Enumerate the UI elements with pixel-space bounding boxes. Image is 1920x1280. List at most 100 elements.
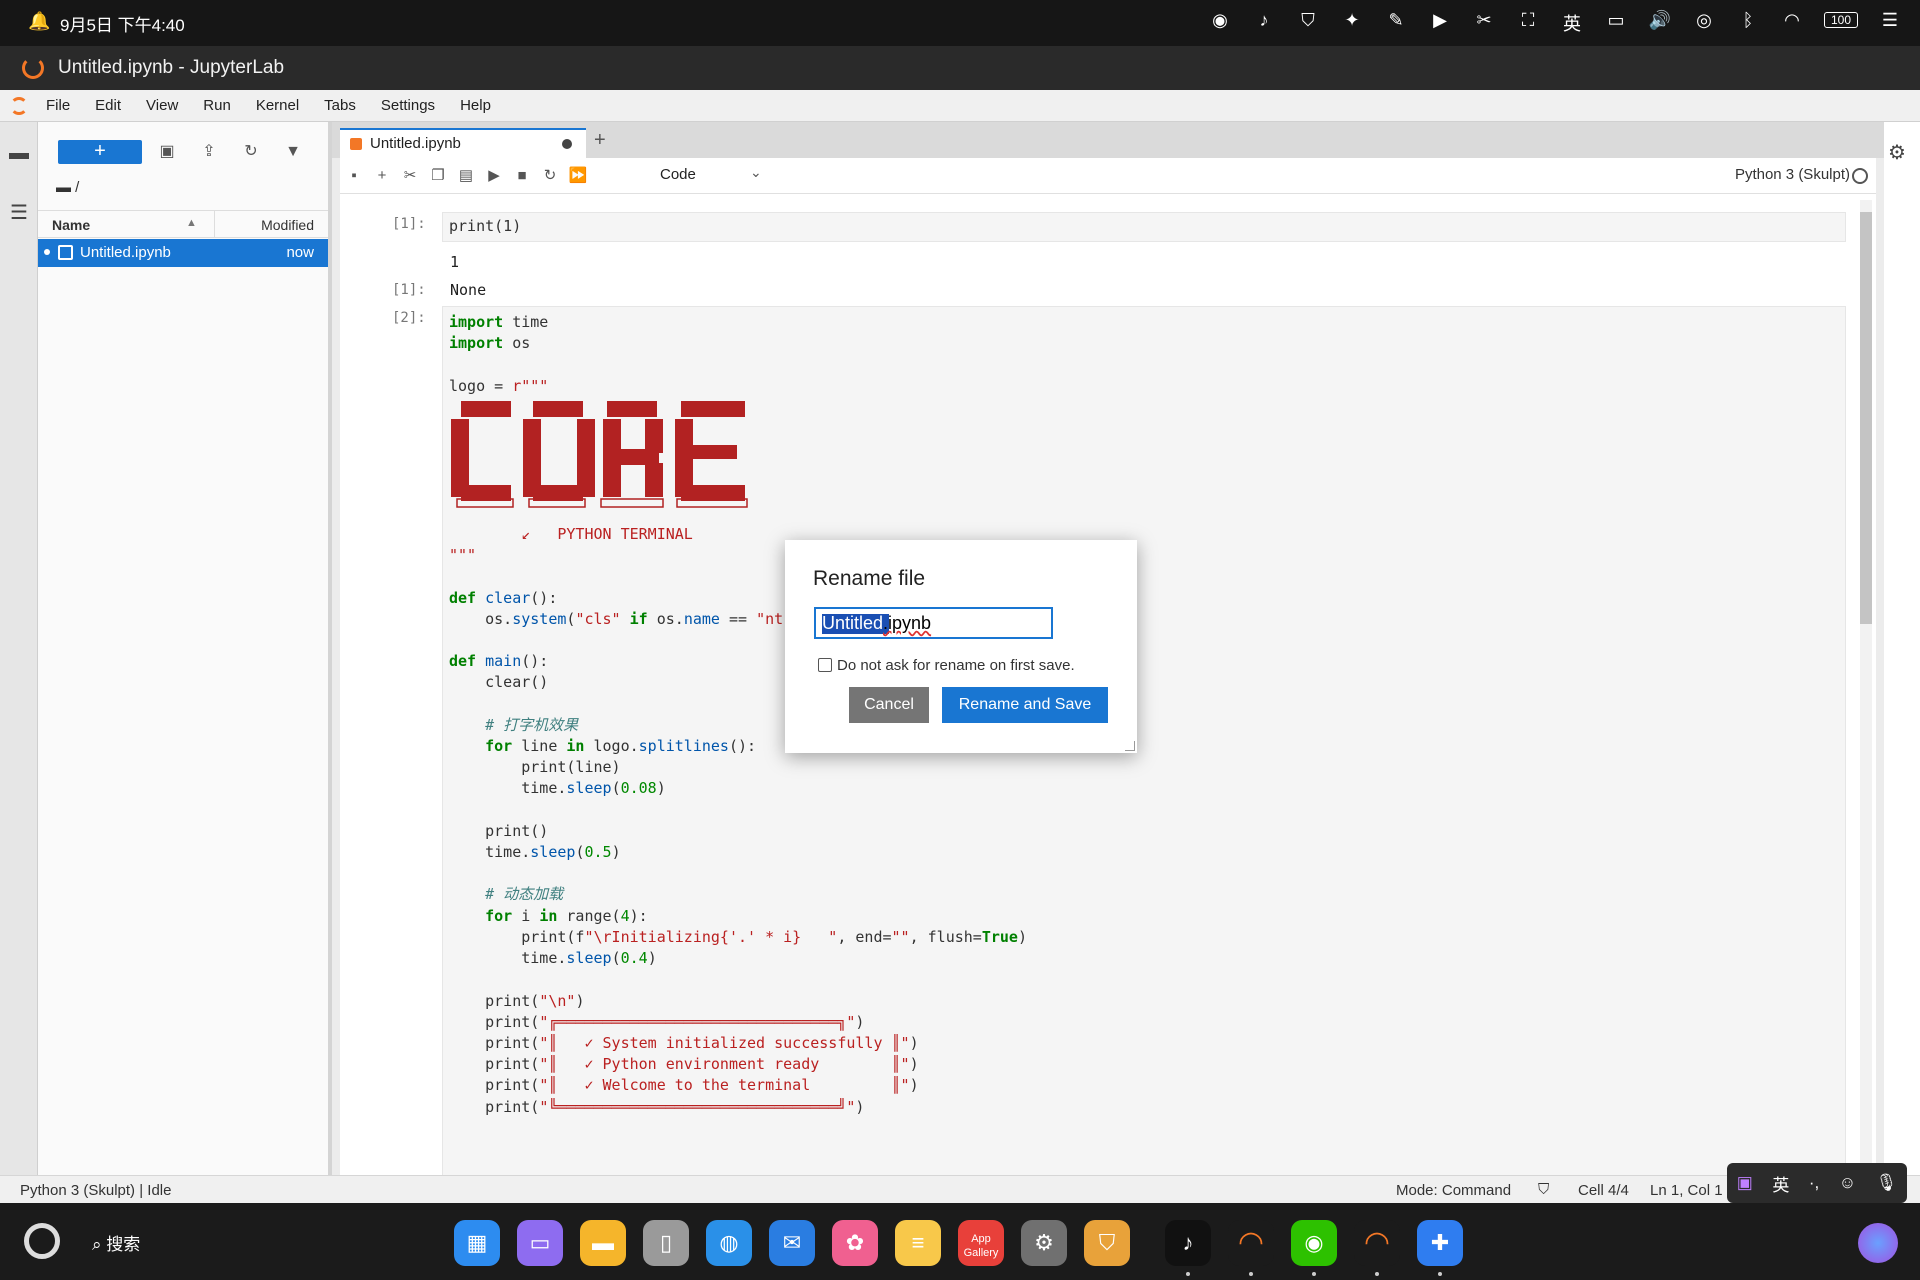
chevron-down-icon[interactable]: ⌄ xyxy=(750,164,762,181)
new-folder-icon[interactable]: ▣ xyxy=(154,139,180,165)
kernel-name[interactable]: Python 3 (Skulpt) xyxy=(1735,166,1850,183)
unsaved-dot-icon[interactable] xyxy=(562,139,572,149)
security-app-icon[interactable]: ⛉ xyxy=(1084,1220,1130,1266)
breadcrumb-root[interactable]: / xyxy=(75,179,79,196)
wifi-icon[interactable]: ◠ xyxy=(1780,10,1804,36)
menu-tabs[interactable]: Tabs xyxy=(324,97,356,114)
mail-app-icon[interactable]: ✉ xyxy=(769,1220,815,1266)
appgallery-app-icon[interactable]: App Gallery xyxy=(958,1220,1004,1266)
menu-bar: File Edit View Run Kernel Tabs Settings … xyxy=(0,90,1920,122)
trash-app-icon[interactable]: ▯ xyxy=(643,1220,689,1266)
file-list-item[interactable]: Untitled.ipynb now xyxy=(38,239,328,267)
note-icon[interactable]: ✎ xyxy=(1384,10,1408,36)
menu-view[interactable]: View xyxy=(146,97,178,114)
extensions-app-icon[interactable]: ✚ xyxy=(1417,1220,1463,1266)
nfc-icon[interactable]: ◎ xyxy=(1692,10,1716,36)
folder-icon[interactable]: ▬ xyxy=(6,142,32,168)
insert-cell-icon[interactable]: + xyxy=(370,164,394,188)
cell-stdout: 1 xyxy=(450,253,460,271)
code-cell-2[interactable]: import time import os logo = r""" ↙ PYTH… xyxy=(442,306,1846,1175)
rename-input-value[interactable]: Untitled.ipynb xyxy=(822,613,931,634)
modified-column-header[interactable]: Modified xyxy=(261,217,314,233)
bluetooth-icon[interactable]: ᛒ xyxy=(1736,10,1760,36)
rename-and-save-button[interactable]: Rename and Save xyxy=(942,687,1108,723)
property-inspector-gear-icon[interactable]: ⚙ xyxy=(1888,140,1906,165)
stop-icon[interactable]: ■ xyxy=(510,164,534,188)
menu-help[interactable]: Help xyxy=(460,97,491,114)
screenshot-icon[interactable]: ✂ xyxy=(1472,10,1496,36)
running-dot xyxy=(1186,1272,1190,1276)
notes-app-icon[interactable]: ≡ xyxy=(895,1220,941,1266)
folder-app-icon[interactable]: ▬ xyxy=(580,1220,626,1266)
files-app-icon[interactable]: ▭ xyxy=(517,1220,563,1266)
trusted-shield-icon[interactable]: ⛉ xyxy=(1538,1181,1549,1198)
filter-icon[interactable]: ▼ xyxy=(280,139,306,165)
save-icon[interactable]: ▪ xyxy=(342,164,366,188)
screen-record-icon[interactable]: ⛶ xyxy=(1516,10,1540,36)
file-browser-panel: + ▣ ⇪ ↻ ▼ ▬ / Name ▲ Modified Untitled.i… xyxy=(38,122,332,1175)
menu-settings[interactable]: Settings xyxy=(381,97,435,114)
add-tab-icon[interactable]: + xyxy=(594,129,606,152)
ime-punctuation-icon[interactable]: ·, xyxy=(1809,1173,1819,1193)
ime-emoji-icon[interactable]: ☺ xyxy=(1839,1173,1856,1193)
ime-language-toggle[interactable]: 英 xyxy=(1772,1171,1789,1196)
ascii-logo-art xyxy=(451,401,748,508)
assistant-orb-icon[interactable] xyxy=(1858,1223,1898,1263)
cancel-button[interactable]: Cancel xyxy=(849,687,929,723)
tiktok-app-icon[interactable]: ♪ xyxy=(1165,1220,1211,1266)
resize-grip-icon[interactable] xyxy=(1125,741,1135,751)
vertical-scrollbar[interactable] xyxy=(1860,200,1872,1170)
do-not-ask-checkbox[interactable] xyxy=(818,658,832,672)
cursor-position[interactable]: Ln 1, Col 1 xyxy=(1650,1182,1723,1199)
volume-icon[interactable]: 🔊 xyxy=(1648,10,1672,36)
tiktok-icon[interactable]: ♪ xyxy=(1252,10,1276,36)
menu-file[interactable]: File xyxy=(46,97,70,114)
tab-untitled-notebook[interactable]: Untitled.ipynb xyxy=(340,128,586,158)
copy-icon[interactable]: ❐ xyxy=(426,164,450,188)
shield-app-icon[interactable]: ⛉ xyxy=(1296,10,1320,36)
home-button-icon[interactable] xyxy=(24,1223,60,1259)
cell-result: None xyxy=(450,281,487,299)
dock-search[interactable]: ⌕ 搜索 xyxy=(92,1230,140,1255)
wechat-icon[interactable]: ◉ xyxy=(1208,10,1232,36)
app-grid-icon[interactable]: ▦ xyxy=(454,1220,500,1266)
camera-icon[interactable]: ▶ xyxy=(1428,10,1452,36)
assistant-icon[interactable]: ✦ xyxy=(1340,10,1364,36)
wechat-app-icon[interactable]: ◉ xyxy=(1291,1220,1337,1266)
jupyter-app-icon[interactable]: ◠ xyxy=(1228,1220,1274,1266)
new-launcher-button[interactable]: + xyxy=(58,140,142,164)
name-column-header[interactable]: Name xyxy=(52,217,90,233)
photos-app-icon[interactable]: ✿ xyxy=(832,1220,878,1266)
cell-type-select[interactable]: Code xyxy=(660,166,696,183)
refresh-icon[interactable]: ↻ xyxy=(238,139,264,165)
ime-mic-icon[interactable]: 🎙 xyxy=(1876,1173,1898,1193)
menu-edit[interactable]: Edit xyxy=(95,97,121,114)
cut-icon[interactable]: ✂ xyxy=(398,164,422,188)
extension-text: .ipynb xyxy=(883,613,932,633)
restart-icon[interactable]: ↻ xyxy=(538,164,562,188)
browser-app-icon[interactable]: ◍ xyxy=(706,1220,752,1266)
notebook-file-icon xyxy=(58,245,73,260)
menu-run[interactable]: Run xyxy=(203,97,231,114)
checkbox-label[interactable]: Do not ask for rename on first save. xyxy=(837,657,1075,674)
notification-bell-icon[interactable]: 🔔 xyxy=(28,11,50,32)
mode-indicator: Mode: Command xyxy=(1396,1182,1512,1199)
upload-icon[interactable]: ⇪ xyxy=(196,139,222,165)
kernel-status-icon xyxy=(1852,168,1868,184)
table-of-contents-icon[interactable]: ☰ xyxy=(6,200,32,226)
jupyter-app-2-icon[interactable]: ◠ xyxy=(1354,1220,1400,1266)
code-cell[interactable]: print(1) xyxy=(442,212,1846,242)
run-all-icon[interactable]: ⏩ xyxy=(566,164,590,188)
paste-icon[interactable]: ▤ xyxy=(454,164,478,188)
keyboard-lang-icon[interactable]: 英 xyxy=(1560,10,1584,36)
scrollbar-thumb[interactable] xyxy=(1860,212,1872,624)
kernel-status-text[interactable]: Python 3 (Skulpt) | Idle xyxy=(20,1182,171,1199)
settings-toggle-icon[interactable]: ☰ xyxy=(1878,10,1902,36)
breadcrumb[interactable]: ▬ / xyxy=(56,179,79,196)
run-icon[interactable]: ▶ xyxy=(482,164,506,188)
cast-icon[interactable]: ▭ xyxy=(1604,10,1628,36)
battery-icon[interactable]: 100 xyxy=(1824,12,1858,28)
ime-keyboard-icon[interactable]: ▣ xyxy=(1737,1173,1753,1193)
menu-kernel[interactable]: Kernel xyxy=(256,97,299,114)
settings-app-icon[interactable]: ⚙ xyxy=(1021,1220,1067,1266)
